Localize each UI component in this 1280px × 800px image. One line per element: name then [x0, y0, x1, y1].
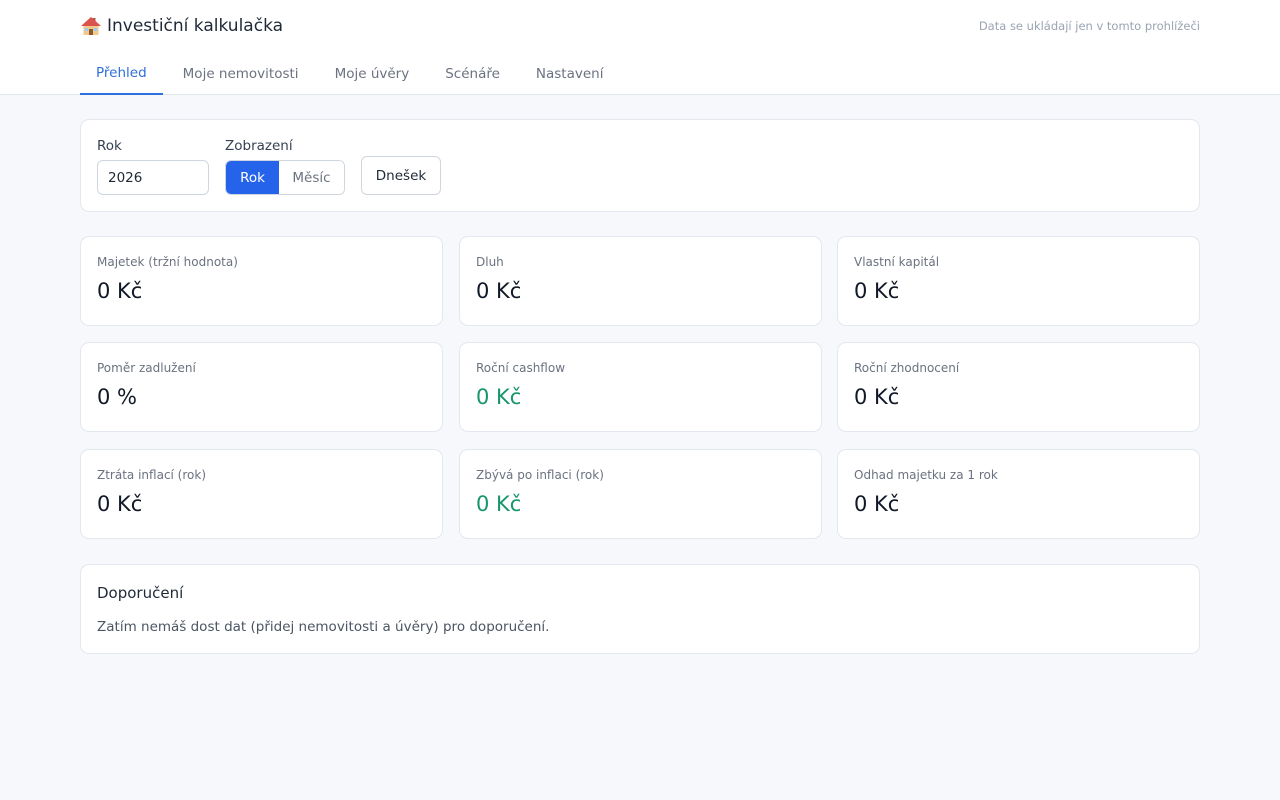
metric-label: Poměr zadlužení — [97, 361, 196, 375]
metric-value: 0 Kč — [854, 385, 900, 409]
recommendations-panel: Doporučení Zatím nemáš dost dat (přidej … — [80, 564, 1200, 654]
metric-card-debt-ratio: Poměr zadlužení 0 % — [80, 342, 443, 432]
house-icon — [81, 17, 101, 35]
metric-value: 0 Kč — [97, 492, 143, 516]
year-input[interactable] — [97, 160, 209, 195]
metric-value: 0 % — [97, 385, 137, 409]
metric-card-asset-forecast: Odhad majetku za 1 rok 0 Kč — [837, 449, 1200, 539]
recommendations-title: Doporučení — [97, 584, 184, 602]
metric-label: Dluh — [476, 255, 504, 269]
main-tabs: Přehled Moje nemovitosti Moje úvěry Scén… — [80, 52, 623, 95]
metric-value: 0 Kč — [854, 279, 900, 303]
metric-value: 0 Kč — [854, 492, 900, 516]
metric-label: Odhad majetku za 1 rok — [854, 468, 998, 482]
view-label: Zobrazení — [225, 138, 293, 154]
metric-card-debt: Dluh 0 Kč — [459, 236, 822, 326]
metric-card-annual-appreciation: Roční zhodnocení 0 Kč — [837, 342, 1200, 432]
metric-card-inflation-loss: Ztráta inflací (rok) 0 Kč — [80, 449, 443, 539]
metric-card-assets: Majetek (tržní hodnota) 0 Kč — [80, 236, 443, 326]
app-title-text: Investiční kalkulačka — [107, 16, 284, 36]
view-option-year[interactable]: Rok — [226, 161, 279, 194]
year-label: Rok — [97, 138, 122, 154]
metric-label: Roční cashflow — [476, 361, 566, 375]
metric-value: 0 Kč — [476, 279, 522, 303]
app-title: Investiční kalkulačka — [80, 14, 283, 38]
metric-label: Zbývá po inflaci (rok) — [476, 468, 604, 482]
metric-label: Ztráta inflací (rok) — [97, 468, 207, 482]
metric-value: 0 Kč — [476, 492, 522, 516]
tab-my-properties[interactable]: Moje nemovitosti — [167, 52, 315, 95]
metric-value: 0 Kč — [476, 385, 522, 409]
metric-card-equity: Vlastní kapitál 0 Kč — [837, 236, 1200, 326]
tab-my-loans[interactable]: Moje úvěry — [319, 52, 426, 95]
top-bar: Investiční kalkulačka Data se ukládají j… — [0, 0, 1280, 95]
filter-panel: Rok Zobrazení Rok Měsíc Dnešek — [80, 119, 1200, 212]
view-toggle: Rok Měsíc — [225, 160, 345, 195]
view-option-month[interactable]: Měsíc — [279, 161, 344, 194]
metric-label: Vlastní kapitál — [854, 255, 940, 269]
privacy-note: Data se ukládají jen v tomto prohlížeči — [978, 19, 1200, 33]
today-button[interactable]: Dnešek — [361, 156, 441, 195]
tab-settings[interactable]: Nastavení — [520, 52, 620, 95]
metric-label: Roční zhodnocení — [854, 361, 960, 375]
metric-value: 0 Kč — [97, 279, 143, 303]
metric-label: Majetek (tržní hodnota) — [97, 255, 238, 269]
recommendations-text: Zatím nemáš dost dat (přidej nemovitosti… — [97, 619, 550, 635]
metric-card-after-inflation: Zbývá po inflaci (rok) 0 Kč — [459, 449, 822, 539]
tab-scenarios[interactable]: Scénáře — [429, 52, 516, 95]
tab-overview[interactable]: Přehled — [80, 52, 163, 95]
metric-card-annual-cashflow: Roční cashflow 0 Kč — [459, 342, 822, 432]
